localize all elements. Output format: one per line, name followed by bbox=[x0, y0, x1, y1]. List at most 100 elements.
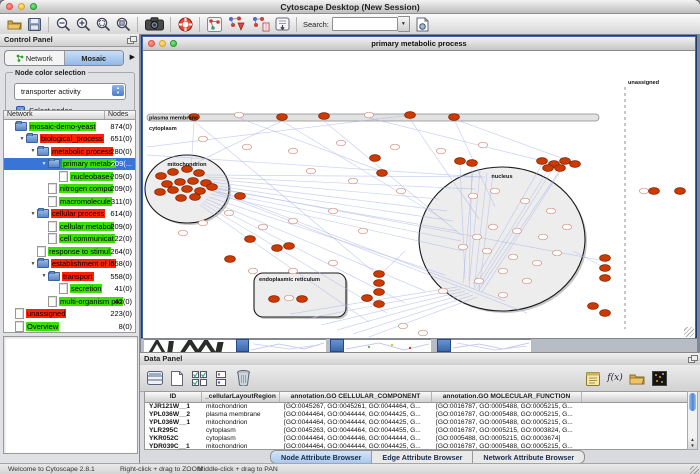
resize-grip-icon[interactable] bbox=[684, 327, 694, 337]
network-view-window[interactable]: primary metabolic process plasma membran… bbox=[141, 35, 697, 338]
new-network-icon[interactable] bbox=[205, 16, 223, 33]
expand-network-icon[interactable] bbox=[249, 16, 271, 33]
network-node[interactable] bbox=[467, 160, 478, 167]
dropdown-stepper-icon[interactable]: ▲▼ bbox=[112, 85, 124, 96]
select-attributes-icon[interactable] bbox=[190, 369, 208, 387]
network-node[interactable] bbox=[532, 260, 541, 266]
tree-row[interactable]: nitrogen compo209(0) bbox=[4, 183, 135, 196]
network-node[interactable] bbox=[398, 323, 407, 329]
column-header[interactable]: _cellularLayoutRegion bbox=[202, 392, 280, 402]
network-node[interactable] bbox=[284, 243, 295, 250]
tree-row[interactable]: ▼transport558(0) bbox=[4, 270, 135, 283]
network-node[interactable] bbox=[537, 158, 548, 165]
network-node[interactable] bbox=[319, 113, 330, 120]
app-titlebar[interactable]: Cytoscape Desktop (New Session) bbox=[0, 0, 700, 14]
tree-row[interactable]: multi-organism pro42(0) bbox=[4, 295, 135, 308]
attribute-matrix-icon[interactable] bbox=[650, 369, 668, 387]
more-tabs-icon[interactable]: ▶ bbox=[130, 53, 135, 61]
network-canvas[interactable]: plasma membranecytoplasmmitochondrionnuc… bbox=[143, 51, 695, 338]
network-node[interactable] bbox=[538, 234, 547, 240]
tree-row[interactable]: nucleobase-209(0) bbox=[4, 170, 135, 183]
network-node[interactable] bbox=[336, 140, 345, 146]
network-node[interactable] bbox=[235, 193, 246, 200]
network-node[interactable] bbox=[498, 292, 507, 298]
save-icon[interactable] bbox=[25, 16, 43, 33]
expand-arrow-icon[interactable]: ▼ bbox=[29, 211, 37, 217]
column-nodes[interactable]: Nodes bbox=[105, 111, 135, 119]
attribute-editor-icon[interactable] bbox=[584, 369, 602, 387]
background-window-titlebar[interactable] bbox=[236, 339, 249, 352]
network-node[interactable] bbox=[374, 280, 385, 287]
background-window[interactable] bbox=[249, 339, 326, 352]
tree-row[interactable]: response to stimul264(0) bbox=[4, 245, 135, 258]
table-row[interactable]: YJR121W__1mitochondrion[GO:0045267, GO:0… bbox=[145, 403, 688, 411]
network-node[interactable] bbox=[175, 179, 186, 186]
expand-arrow-icon[interactable]: ▼ bbox=[18, 136, 26, 142]
background-window[interactable] bbox=[344, 339, 431, 352]
table-row[interactable]: YLR295Ccytoplasm[GO:0045263, GO:0044464,… bbox=[145, 427, 688, 435]
network-node[interactable] bbox=[348, 178, 357, 184]
network-node[interactable] bbox=[488, 224, 497, 230]
tree-row[interactable]: ▼biological_process651(0) bbox=[4, 133, 135, 146]
network-node[interactable] bbox=[552, 250, 561, 256]
tree-row[interactable]: ▼establishment of lo558(0) bbox=[4, 258, 135, 271]
network-node[interactable] bbox=[178, 230, 187, 236]
network-node[interactable] bbox=[288, 268, 297, 274]
network-node[interactable] bbox=[543, 165, 554, 172]
network-node[interactable] bbox=[242, 144, 251, 150]
network-node[interactable] bbox=[649, 188, 660, 195]
search-dropdown-icon[interactable]: ▼ bbox=[398, 16, 410, 32]
network-node[interactable] bbox=[600, 265, 611, 272]
network-window-titlebar[interactable]: primary metabolic process bbox=[143, 37, 695, 51]
search-options-icon[interactable] bbox=[414, 16, 432, 33]
tree-row[interactable]: mosaic-demo-yeast874(0) bbox=[4, 120, 135, 133]
tree-row[interactable]: ▼cellular process614(0) bbox=[4, 208, 135, 221]
network-node[interactable] bbox=[288, 218, 297, 224]
table-row[interactable]: YPL036W__1mitochondrion[GO:0044464, GO:0… bbox=[145, 419, 688, 427]
network-node[interactable] bbox=[522, 278, 531, 284]
help-ring-icon[interactable] bbox=[176, 16, 194, 33]
network-node[interactable] bbox=[168, 187, 179, 194]
new-attribute-icon[interactable] bbox=[168, 369, 186, 387]
table-scrollbar[interactable]: ▲▼ bbox=[687, 391, 698, 450]
attribute-table-icon[interactable] bbox=[146, 369, 164, 387]
background-window-titlebar[interactable] bbox=[437, 339, 451, 352]
network-node[interactable] bbox=[449, 114, 460, 121]
network-node[interactable] bbox=[458, 244, 467, 250]
network-node[interactable] bbox=[364, 112, 373, 118]
network-node[interactable] bbox=[198, 136, 207, 142]
network-node[interactable] bbox=[436, 148, 445, 154]
network-node[interactable] bbox=[418, 330, 427, 336]
column-header[interactable]: annotation.GO MOLECULAR_FUNCTION bbox=[432, 392, 582, 402]
network-node[interactable] bbox=[512, 228, 521, 234]
network-node[interactable] bbox=[478, 142, 487, 148]
network-node[interactable] bbox=[498, 268, 507, 274]
node-color-dropdown[interactable]: transporter activity ▲▼ bbox=[14, 83, 126, 100]
column-header[interactable]: annotation.GO CELLULAR_COMPONENT bbox=[280, 392, 432, 402]
network-node[interactable] bbox=[288, 148, 297, 154]
network-node[interactable] bbox=[328, 208, 337, 214]
network-node[interactable] bbox=[248, 268, 257, 274]
function-builder-icon[interactable]: f(x) bbox=[606, 369, 624, 387]
network-node[interactable] bbox=[258, 224, 267, 230]
expand-arrow-icon[interactable]: ▼ bbox=[40, 161, 48, 167]
network-node[interactable] bbox=[269, 296, 280, 303]
network-node[interactable] bbox=[182, 186, 193, 193]
network-node[interactable] bbox=[224, 210, 233, 216]
network-node[interactable] bbox=[455, 158, 466, 165]
zoom-selected-icon[interactable] bbox=[94, 16, 112, 33]
network-node[interactable] bbox=[306, 168, 315, 174]
delete-attribute-icon[interactable] bbox=[234, 369, 252, 387]
tree-row[interactable]: ▼primary metabo209(... bbox=[4, 158, 135, 171]
network-node[interactable] bbox=[546, 208, 555, 214]
background-window-titlebar[interactable] bbox=[330, 339, 344, 352]
network-node[interactable] bbox=[358, 228, 367, 234]
float-panel-icon[interactable] bbox=[127, 36, 136, 44]
network-node[interactable] bbox=[245, 236, 256, 243]
tree-row[interactable]: ▼metabolic process280(0) bbox=[4, 145, 135, 158]
tab-network-attribute-browser[interactable]: Network Attribute Browser bbox=[473, 451, 584, 463]
network-node[interactable] bbox=[272, 245, 283, 252]
network-node[interactable] bbox=[207, 184, 218, 191]
tab-edge-attribute-browser[interactable]: Edge Attribute Browser bbox=[372, 451, 473, 463]
network-node[interactable] bbox=[472, 234, 481, 240]
